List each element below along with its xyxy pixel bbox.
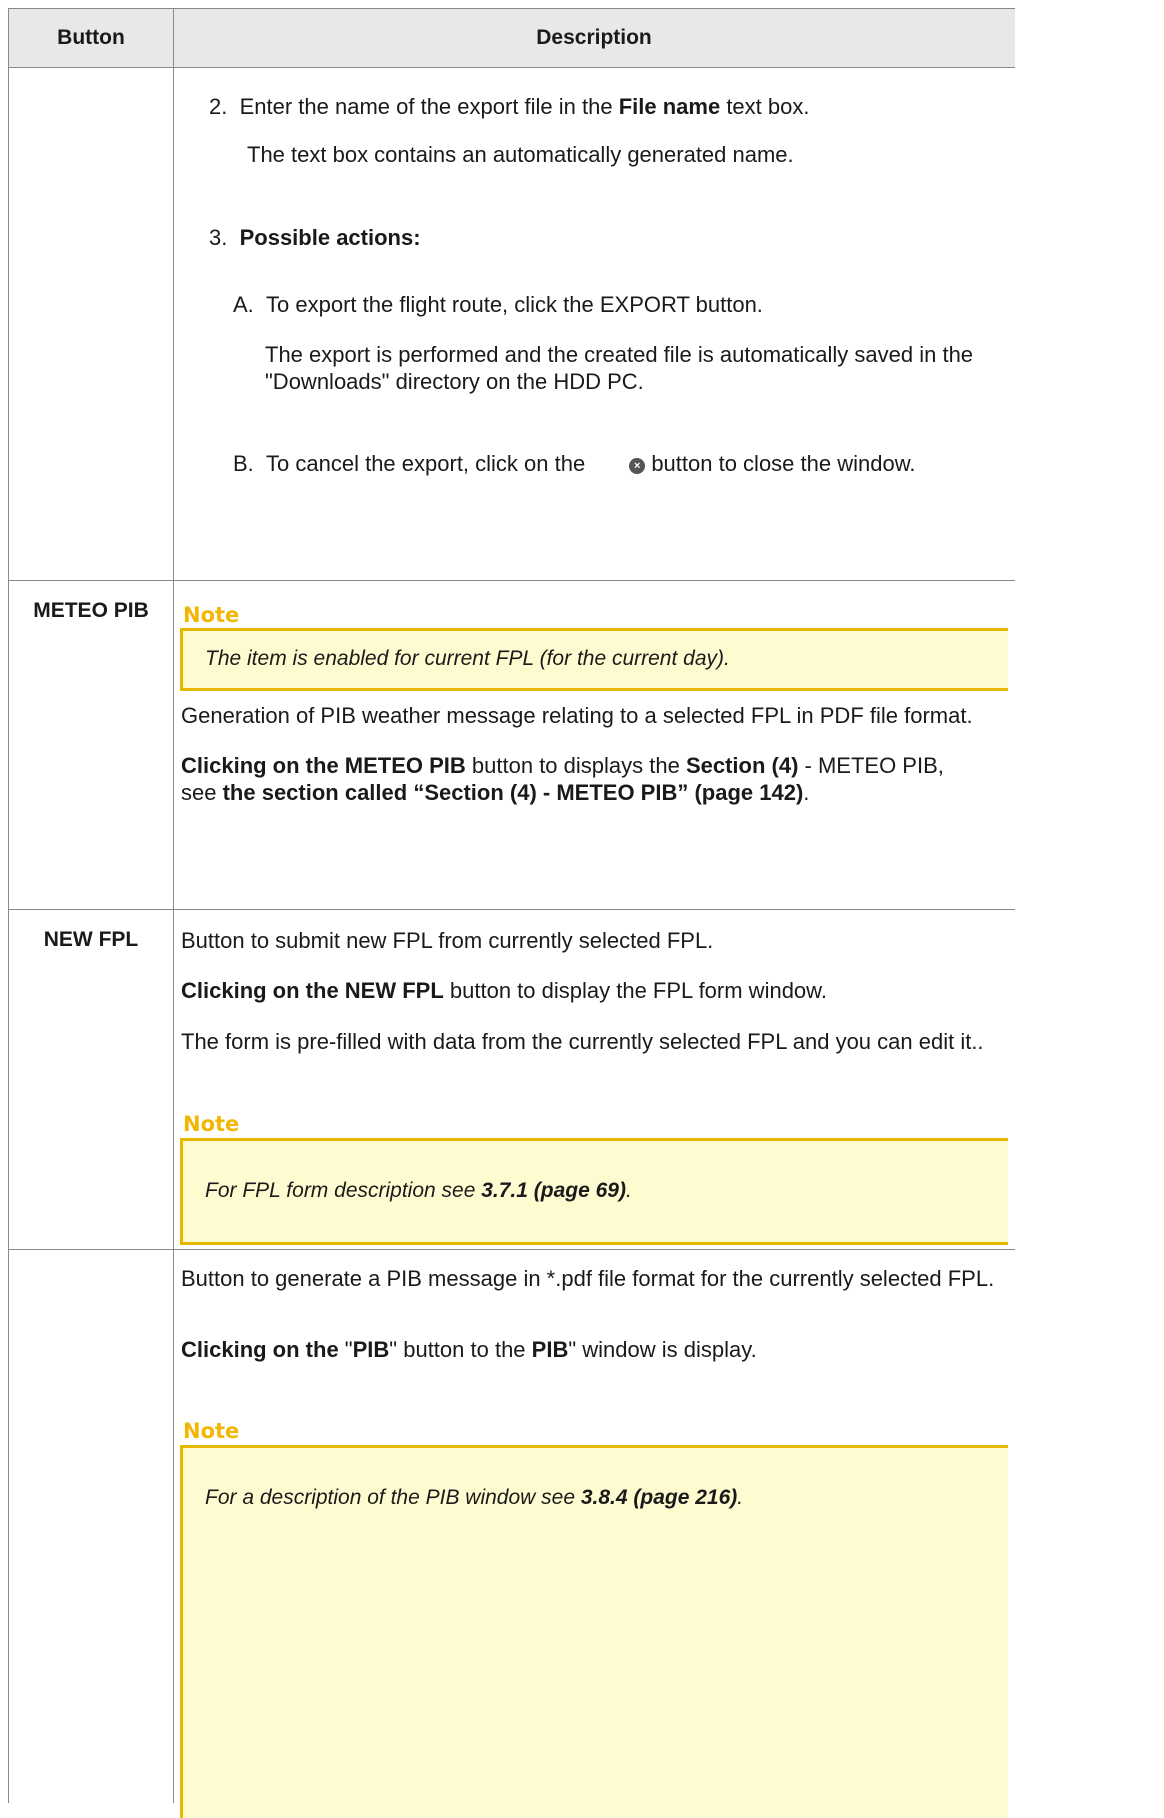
note-title: Note	[183, 1112, 240, 1136]
action-a: A. To export the flight route, click the…	[233, 292, 763, 317]
step-3: 3. Possible actions:	[209, 225, 421, 250]
meteo-pib-click-line-2: see the section called “Section (4) - ME…	[181, 780, 810, 805]
table-header: Button Description	[9, 9, 1015, 68]
action-a-detail-2: "Downloads" directory on the HDD PC.	[265, 369, 644, 394]
new-fpl-description: Button to submit new FPL from currently …	[181, 928, 714, 953]
note-title: Note	[183, 1419, 240, 1443]
note-box: For a description of the PIB window see …	[180, 1445, 1008, 1818]
note-box: The item is enabled for current FPL (for…	[180, 628, 1008, 691]
new-fpl-click: Clicking on the NEW FPL button to displa…	[181, 978, 827, 1003]
new-fpl-prefill: The form is pre-filled with data from th…	[181, 1029, 984, 1054]
step-2-note: The text box contains an automatically g…	[247, 142, 794, 167]
meteo-pib-click-line-1: Clicking on the METEO PIB button to disp…	[181, 753, 944, 778]
new-fpl-label: NEW FPL	[43, 928, 139, 951]
note-box: For FPL form description see 3.7.1 (page…	[180, 1138, 1008, 1245]
meteo-pib-description: Generation of PIB weather message relati…	[181, 703, 973, 728]
button-description-table: Button Description 2. Enter the name of …	[8, 8, 1015, 1818]
action-b: B. To cancel the export, click on the × b…	[233, 451, 916, 476]
note-text: The item is enabled for current FPL (for…	[205, 647, 730, 670]
meteo-pib-label: METEO PIB	[33, 599, 149, 622]
close-icon: ×	[629, 458, 646, 474]
action-a-detail-1: The export is performed and the created …	[265, 342, 974, 367]
header-description: Description	[536, 26, 652, 49]
row-separator	[9, 1249, 1015, 1250]
column-separator	[173, 9, 174, 1803]
pib-description: Button to generate a PIB message in *.pd…	[181, 1266, 995, 1291]
header-button: Button	[57, 26, 125, 49]
row-separator	[9, 909, 1015, 910]
step-2: 2. Enter the name of the export file in …	[209, 94, 810, 119]
note-title: Note	[183, 603, 240, 627]
note-text: For a description of the PIB window see …	[205, 1486, 744, 1509]
note-text: For FPL form description see 3.7.1 (page…	[205, 1179, 632, 1202]
row-separator	[9, 580, 1015, 581]
pib-click: Clicking on the "PIB" button to the PIB"…	[181, 1337, 757, 1362]
